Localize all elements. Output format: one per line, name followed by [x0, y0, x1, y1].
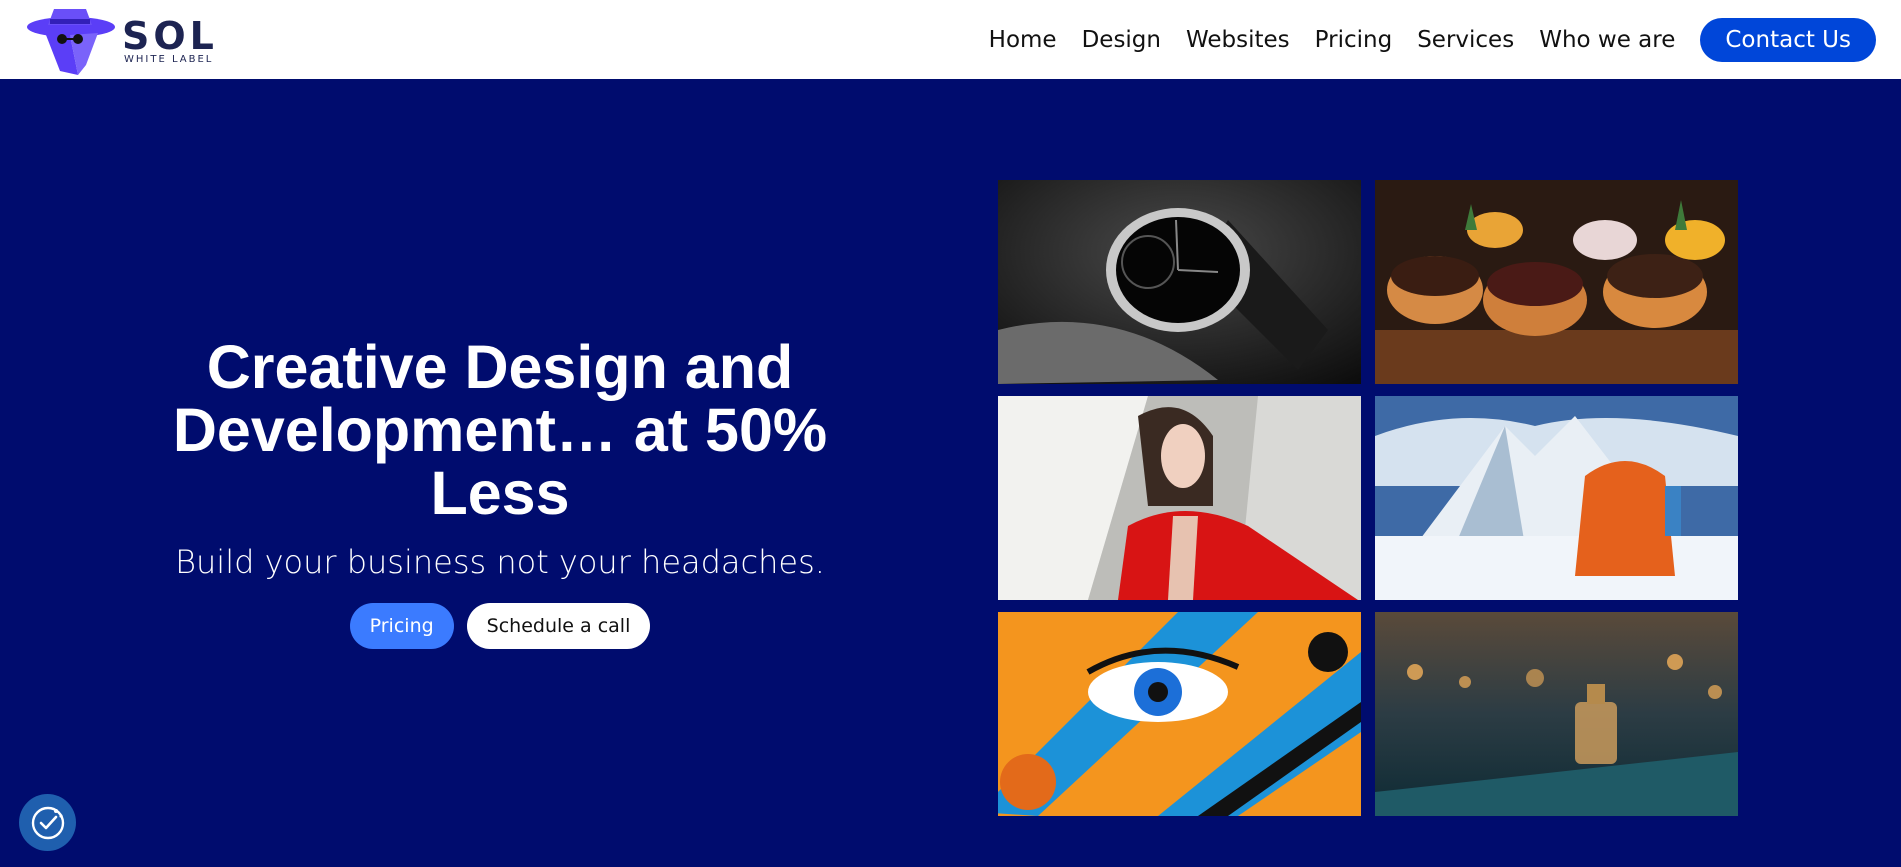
site-header: SOL WHITE LABEL Home Design Websites Pri… [0, 0, 1901, 79]
nav-design[interactable]: Design [1082, 27, 1161, 53]
pop-art-eye-image [998, 612, 1361, 816]
hero-title: Creative Design and Development… at 50% … [100, 336, 900, 525]
nav-who-we-are[interactable]: Who we are [1539, 27, 1675, 53]
hero-title-line-2: Development… at 50% [172, 396, 828, 464]
image-gallery [998, 180, 1738, 817]
cookie-settings-button[interactable] [19, 794, 76, 851]
hero-title-line-1: Creative Design and [206, 333, 794, 401]
watch-image [998, 180, 1361, 384]
cookie-consent-icon [31, 806, 64, 839]
perfume-bottle-image [1375, 612, 1738, 816]
brand-name: SOL [122, 13, 218, 58]
nav-home[interactable]: Home [989, 27, 1057, 53]
donuts-image [1375, 180, 1738, 384]
main-nav: Home Design Websites Pricing Services Wh… [989, 0, 1901, 79]
schedule-call-button[interactable]: Schedule a call [466, 603, 651, 649]
woman-red-jacket-image [998, 396, 1361, 600]
hero-section: Creative Design and Development… at 50% … [100, 336, 900, 649]
nav-services[interactable]: Services [1417, 27, 1514, 53]
brand-tagline: WHITE LABEL [124, 53, 214, 65]
hero-buttons: Pricing Schedule a call [100, 603, 900, 649]
backpack-snow-image [1375, 396, 1738, 600]
contact-us-button[interactable]: Contact Us [1700, 17, 1876, 62]
pricing-button[interactable]: Pricing [349, 603, 454, 649]
hero-subtitle: Build your business not your headaches. [175, 543, 825, 581]
nav-pricing[interactable]: Pricing [1315, 27, 1393, 53]
hero-title-line-3: Less [430, 459, 570, 527]
logo[interactable]: SOL WHITE LABEL [26, 5, 231, 77]
nav-websites[interactable]: Websites [1186, 27, 1290, 53]
spy-hat-logo-icon [27, 9, 115, 75]
